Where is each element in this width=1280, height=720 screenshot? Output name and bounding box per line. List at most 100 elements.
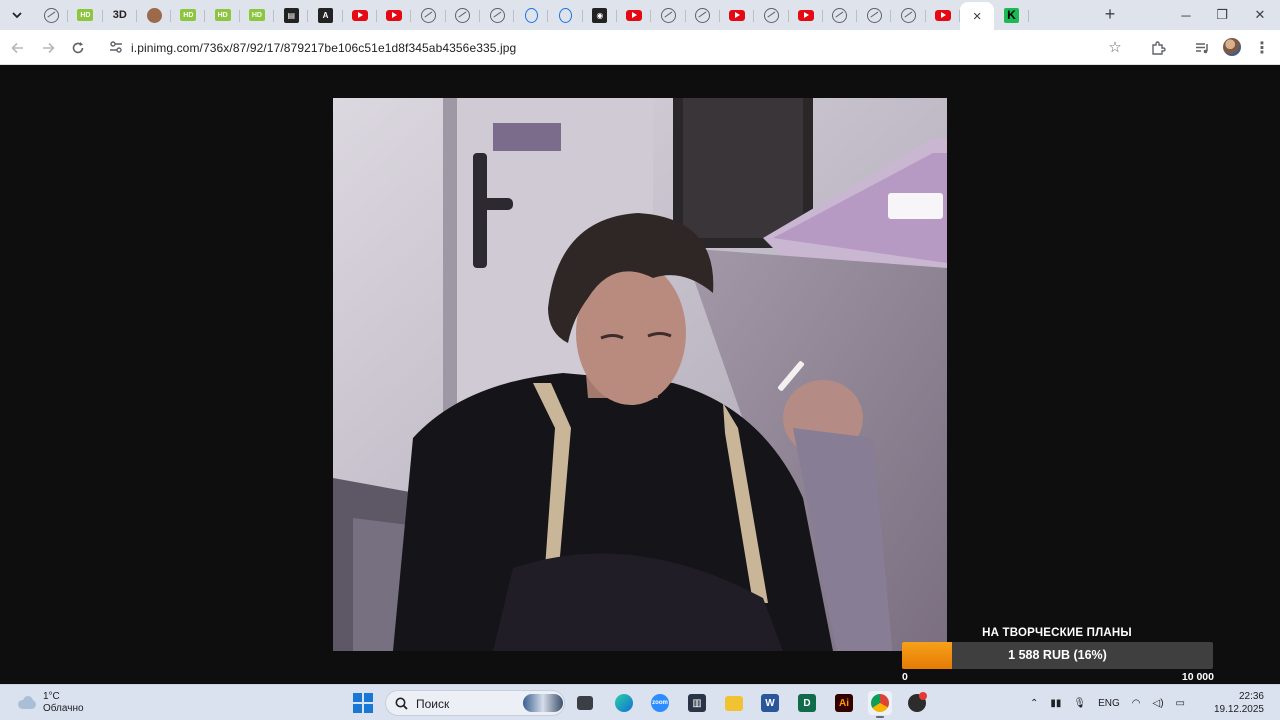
star-icon: ☆ [1108,39,1122,56]
tab[interactable] [651,2,686,28]
weather-widget[interactable]: 1°C Облачно [16,690,84,716]
tab[interactable] [891,2,927,28]
tab[interactable] [411,2,446,28]
tab-search-button[interactable] [7,5,27,25]
bars-icon[interactable]: ▮▮ [1050,698,1061,709]
close-icon[interactable]: × [973,8,982,25]
globe-icon [420,7,436,23]
tab-strip: HD 3D HD HD HD ▤ A ◉ × K + ─ ❐ ✕ [0,0,1280,30]
search-placeholder: Поиск [416,697,450,711]
hd-icon: HD [214,9,231,21]
restore-button[interactable]: ❐ [1212,6,1232,24]
wifi-icon[interactable]: ◠ [1132,698,1141,709]
taskbar-app-illustrator[interactable]: Ai [832,691,856,715]
windows-taskbar: 1°C Облачно Поиск zoom ▥ W D Ai ⌃ ▮▮ 🎙 E… [0,684,1280,720]
forward-button[interactable] [36,36,60,60]
reload-icon [72,42,84,54]
youtube-icon [386,9,403,21]
tab[interactable] [137,2,172,28]
taskbar-app-edge[interactable] [612,691,636,715]
taskbar-search[interactable]: Поиск [385,690,565,716]
donation-title: НА ТВОРЧЕСКИЕ ПЛАНЫ [982,627,1132,639]
chart-app-icon: ▥ [688,694,706,712]
photo-illustration [333,98,947,651]
youtube-icon [797,9,814,21]
media-controls-button[interactable] [1190,36,1214,60]
new-tab-button[interactable]: + [1100,4,1120,24]
globe-icon [660,7,676,23]
close-window-button[interactable]: ✕ [1250,6,1270,24]
bookmark-star-button[interactable]: ☆ [1105,37,1125,57]
globe-icon [695,7,711,23]
taskbar-app-davinci[interactable]: D [795,691,819,715]
tab-list: HD 3D HD HD HD ▤ A ◉ × K [34,2,1029,30]
hd-icon: HD [77,9,94,21]
tab[interactable]: K [994,2,1029,28]
taskbar-app-chrome[interactable] [868,691,892,718]
tab[interactable] [343,2,378,28]
tab[interactable] [480,2,515,28]
taskbar-app-zoom[interactable]: zoom [648,691,672,715]
video-icon: ◉ [592,7,608,23]
arrow-left-icon [11,42,23,54]
task-view-icon [577,696,593,710]
taskbar-app-recorder[interactable] [905,691,929,715]
tab[interactable] [34,2,69,28]
search-icon [395,697,408,710]
start-button[interactable] [351,691,375,715]
tab[interactable] [823,2,858,28]
extensions-button[interactable] [1146,36,1170,60]
tab[interactable] [686,2,721,28]
reload-button[interactable] [66,36,90,60]
microphone-icon[interactable]: 🎙 [1073,698,1086,709]
youtube-icon [729,9,746,21]
globe-icon [455,7,471,23]
tab[interactable]: ◉ [583,2,618,28]
system-tray: ⌃ ▮▮ 🎙 ENG ◠ ◁) ▭ [1030,691,1185,715]
hd-icon: HD [180,9,197,21]
tab[interactable] [720,2,755,28]
back-button[interactable] [6,36,30,60]
tab[interactable] [926,2,961,28]
site-info-icon[interactable] [108,39,124,55]
tab[interactable] [514,2,549,28]
profile-avatar[interactable] [1223,38,1241,56]
tab[interactable] [754,2,789,28]
url-text[interactable]: i.pinimg.com/736x/87/92/17/879217be106c5… [131,41,516,55]
tab[interactable] [617,2,652,28]
tab[interactable] [857,2,892,28]
chevron-down-icon [12,12,22,19]
battery-icon[interactable]: ▭ [1176,698,1185,709]
youtube-icon [626,9,643,21]
tab[interactable] [789,2,824,28]
word-icon: W [761,694,779,712]
task-view-button[interactable] [573,691,597,715]
clock[interactable]: 22:36 19.12.2025 [1214,690,1264,716]
volume-icon[interactable]: ◁) [1153,698,1164,709]
language-indicator[interactable]: ENG [1098,698,1120,709]
tab[interactable]: HD [171,2,206,28]
weather-condition: Облачно [43,703,84,714]
tab-active[interactable]: × [960,2,995,30]
taskbar-app-monitor[interactable]: ▥ [685,691,709,715]
tab[interactable]: A [308,2,343,28]
tab[interactable]: 3D [103,2,138,28]
tab[interactable] [446,2,481,28]
a-logo-icon: A [318,7,334,23]
taskbar-app-explorer[interactable] [722,691,746,715]
menu-button[interactable]: ⋮ [1250,36,1274,60]
chevron-up-icon[interactable]: ⌃ [1030,698,1038,709]
minimize-button[interactable]: ─ [1176,6,1196,24]
playlist-icon [1196,43,1208,54]
tab[interactable] [548,2,584,28]
tab[interactable]: HD [240,2,275,28]
face-icon [146,7,162,23]
tab[interactable]: ▤ [274,2,309,28]
address-bar[interactable]: i.pinimg.com/736x/87/92/17/879217be106c5… [100,33,1135,62]
tab[interactable] [377,2,412,28]
tab[interactable]: HD [68,2,103,28]
kebab-menu-icon: ⋮ [1254,40,1270,57]
taskbar-app-word[interactable]: W [758,691,782,715]
hd-icon: HD [248,9,265,21]
tab[interactable]: HD [205,2,241,28]
